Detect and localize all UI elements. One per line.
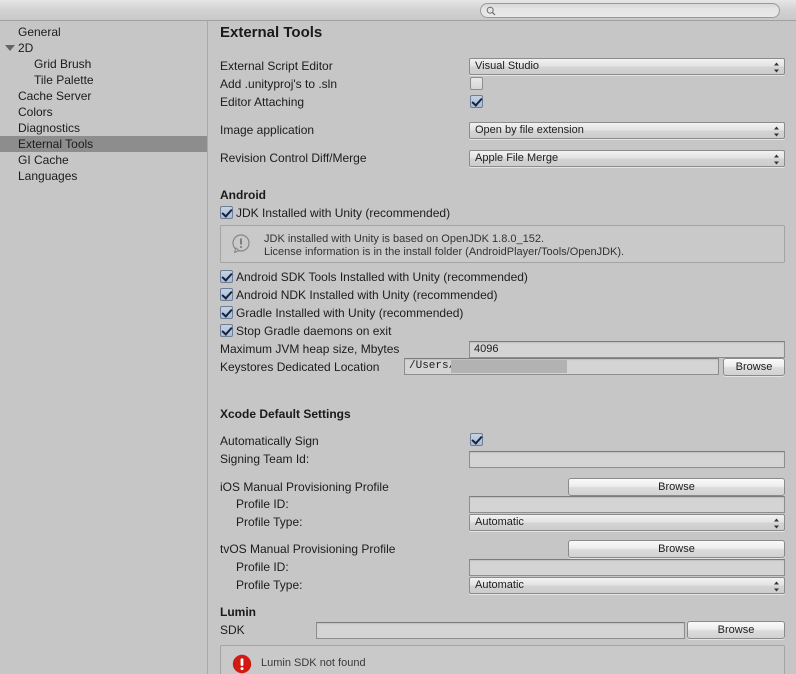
stop-gradle-daemons-checkbox[interactable] [220,324,233,337]
ios-profile-type-dropdown[interactable]: Automatic [469,514,785,531]
lumin-error-box: Lumin SDK not found [220,645,785,674]
error-icon [232,654,252,674]
sidebar-item-diagnostics[interactable]: Diagnostics [0,120,207,136]
sidebar-item-external-tools[interactable]: External Tools [0,136,207,152]
chevron-updown-icon [774,62,779,73]
external-script-editor-label: External Script Editor [220,59,333,73]
chevron-updown-icon [774,126,779,137]
sidebar-item-colors[interactable]: Colors [0,104,207,120]
stop-gradle-daemons-label: Stop Gradle daemons on exit [236,324,392,338]
external-tools-panel: External Tools External Script Editor Vi… [209,21,796,674]
android-section-heading: Android [220,188,266,202]
tvos-provisioning-browse-button[interactable]: Browse [568,540,785,558]
sidebar-item-label: GI Cache [18,153,69,167]
chevron-updown-icon [774,154,779,165]
ios-provisioning-browse-button[interactable]: Browse [568,478,785,496]
top-toolbar [0,0,796,21]
gradle-installed-checkbox[interactable] [220,306,233,319]
sidebar-item-general[interactable]: General [0,24,207,40]
android-ndk-label: Android NDK Installed with Unity (recomm… [236,288,498,302]
tvos-profile-type-dropdown[interactable]: Automatic [469,577,785,594]
lumin-sdk-browse-button[interactable]: Browse [687,621,785,639]
tvos-profile-type-label: Profile Type: [236,578,303,592]
signing-team-id-label: Signing Team Id: [220,452,310,466]
ios-profile-type-label: Profile Type: [236,515,303,529]
chevron-updown-icon [774,518,779,529]
search-field[interactable] [480,3,780,18]
android-sdk-tools-checkbox[interactable] [220,270,233,283]
sidebar-item-languages[interactable]: Languages [0,168,207,184]
jvm-heap-label: Maximum JVM heap size, Mbytes [220,342,400,356]
jdk-installed-checkbox[interactable] [220,206,233,219]
image-application-dropdown[interactable]: Open by file extension [469,122,785,139]
chevron-updown-icon [774,581,779,592]
keystores-location-field[interactable]: /Users/ [404,358,719,375]
tvos-profile-type-value: Automatic [475,579,524,591]
sidebar-item-label: Cache Server [18,89,92,103]
lumin-error-message: Lumin SDK not found [261,657,366,669]
ios-profile-type-value: Automatic [475,516,524,528]
ios-profile-id-label: Profile ID: [236,497,289,511]
editor-attaching-label: Editor Attaching [220,95,305,109]
automatically-sign-checkbox[interactable] [470,433,483,446]
sidebar-item-label: 2D [18,41,34,55]
search-icon [486,6,496,16]
page-title: External Tools [220,24,323,41]
editor-attaching-checkbox[interactable] [470,95,483,108]
sidebar-item-label: Languages [18,169,78,183]
android-ndk-checkbox[interactable] [220,288,233,301]
signing-team-id-field[interactable] [469,451,785,468]
jvm-heap-field[interactable]: 4096 [469,341,785,358]
jdk-info-box: JDK installed with Unity is based on Ope… [220,225,785,263]
info-icon [232,234,250,254]
sidebar-item-label: Diagnostics [18,121,81,135]
add-unityproj-checkbox[interactable] [470,77,483,90]
sidebar-item-label: Tile Palette [34,73,94,87]
jvm-heap-value: 4096 [474,343,499,355]
revision-control-value: Apple File Merge [475,152,559,164]
add-unityproj-label: Add .unityproj's to .sln [220,77,338,91]
android-sdk-tools-label: Android SDK Tools Installed with Unity (… [236,270,528,284]
keystores-browse-button[interactable]: Browse [723,358,785,376]
ios-provisioning-label: iOS Manual Provisioning Profile [220,480,389,494]
tvos-profile-id-label: Profile ID: [236,560,289,574]
tvos-provisioning-label: tvOS Manual Provisioning Profile [220,542,396,556]
external-script-editor-value: Visual Studio [475,60,540,72]
sidebar-item-label: Colors [18,105,53,119]
xcode-section-heading: Xcode Default Settings [220,407,351,421]
keystores-location-value: /Users/ [409,360,456,372]
revision-control-label: Revision Control Diff/Merge [220,151,367,165]
sidebar-item-tile-palette[interactable]: Tile Palette [0,72,207,88]
jdk-info-line-1: JDK installed with Unity is based on Ope… [264,233,545,245]
sidebar-item-grid-brush[interactable]: Grid Brush [0,56,207,72]
external-script-editor-dropdown[interactable]: Visual Studio [469,58,785,75]
sidebar-item-label: Grid Brush [34,57,92,71]
revision-control-dropdown[interactable]: Apple File Merge [469,150,785,167]
jdk-info-line-2: License information is in the install fo… [264,246,625,258]
lumin-sdk-label: SDK [220,623,245,637]
settings-sidebar: General 2D Grid Brush Tile Palette Cache… [0,21,208,674]
sidebar-item-2d[interactable]: 2D [0,40,207,56]
sidebar-item-label: External Tools [18,137,94,151]
chevron-down-icon[interactable] [5,45,15,51]
lumin-sdk-field[interactable] [316,622,685,639]
tvos-profile-id-field[interactable] [469,559,785,576]
search-input[interactable] [499,4,771,17]
gradle-installed-label: Gradle Installed with Unity (recommended… [236,306,464,320]
ios-profile-id-field[interactable] [469,496,785,513]
keystores-location-label: Keystores Dedicated Location [220,360,380,374]
image-application-value: Open by file extension [475,124,584,136]
lumin-section-heading: Lumin [220,605,256,619]
redaction-block [451,360,567,373]
jdk-installed-label: JDK Installed with Unity (recommended) [236,206,451,220]
sidebar-item-gi-cache[interactable]: GI Cache [0,152,207,168]
sidebar-item-label: General [18,25,61,39]
image-application-label: Image application [220,123,315,137]
automatically-sign-label: Automatically Sign [220,434,319,448]
sidebar-item-cache-server[interactable]: Cache Server [0,88,207,104]
